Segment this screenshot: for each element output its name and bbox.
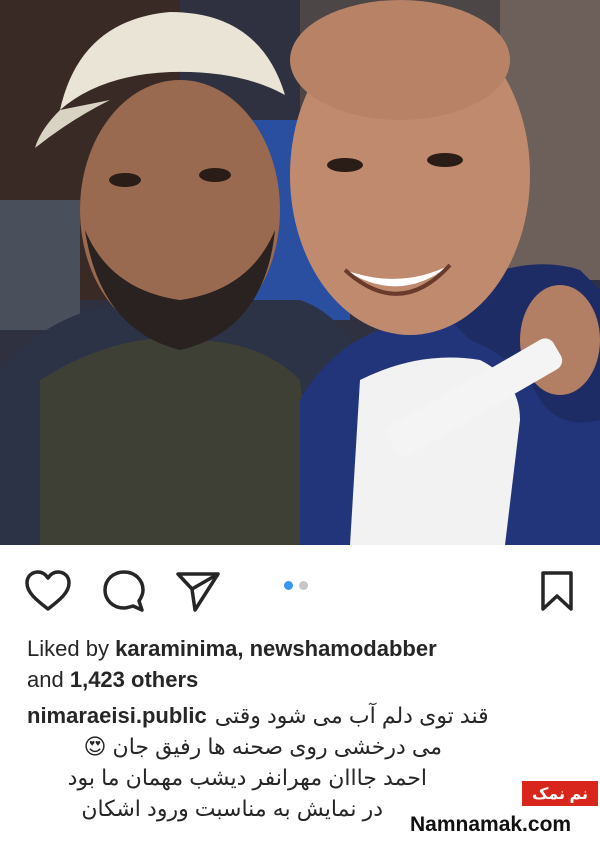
liker-username-2[interactable]: newshamodabber (250, 636, 437, 661)
likes-count[interactable]: 1,423 others (70, 667, 198, 692)
watermark-site: Namnamak.com (410, 813, 572, 836)
post-caption: nimaraeisi.public قند توی دلم آب می شود … (27, 700, 547, 824)
likes-summary: Liked by karaminima, newshamodabber and … (27, 633, 587, 695)
heart-eyes-emoji-icon: 😍 (83, 734, 107, 759)
photo-illustration (0, 0, 600, 545)
paper-plane-icon[interactable] (174, 567, 222, 615)
watermark-badge: نم نمک (522, 781, 598, 806)
post-photo[interactable] (0, 0, 600, 545)
caption-username[interactable]: nimaraeisi.public (27, 700, 207, 731)
carousel-indicator (284, 581, 308, 590)
carousel-dot[interactable] (299, 581, 308, 590)
caption-text-line-4: در نمایش به مناسبت ورود اشکان (81, 796, 383, 821)
bookmark-icon[interactable] (533, 567, 581, 615)
comment-bubble-icon[interactable] (100, 567, 148, 615)
carousel-dot-active[interactable] (284, 581, 293, 590)
caption-text-line-2: می درخشی روی صحنه ها رفیق جان 😍 (27, 731, 442, 762)
heart-icon[interactable] (24, 567, 72, 615)
caption-text-line-3: احمد جااان مهرانفر دیشب مهمان ما بود (67, 765, 427, 790)
liker-username-1[interactable]: karaminima, (115, 636, 243, 661)
instagram-post: Liked by karaminima, newshamodabber and … (0, 0, 600, 841)
caption-first-line: nimaraeisi.public قند توی دلم آب می شود … (27, 700, 547, 731)
likes-prefix: Liked by (27, 636, 109, 661)
likes-and: and (27, 667, 64, 692)
caption-text-line-2-text: می درخشی روی صحنه ها رفیق جان (112, 734, 442, 759)
caption-text-line-1: قند توی دلم آب می شود وقتی (214, 703, 489, 728)
